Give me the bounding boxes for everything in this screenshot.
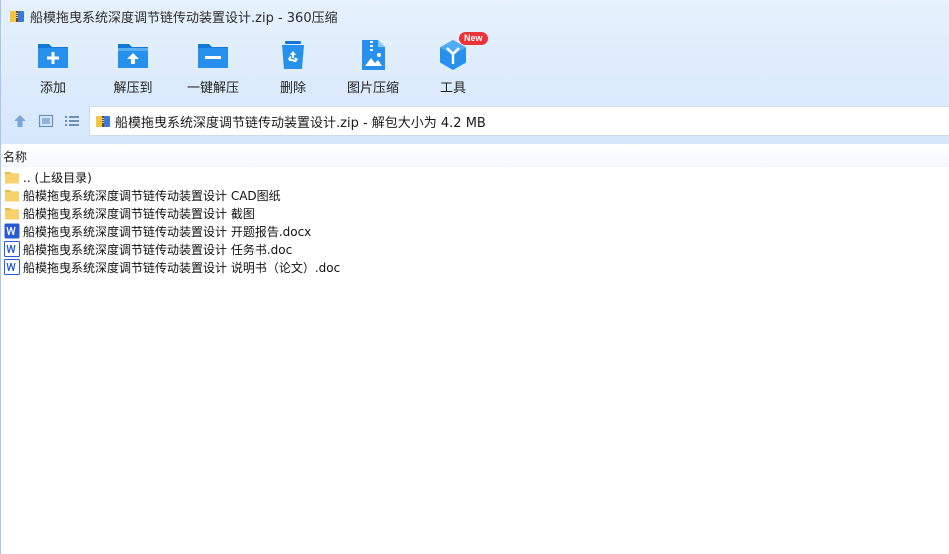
file-name: 船模拖曳系统深度调节链传动装置设计 截图 [23,206,255,221]
top-area: 船模拖曳系统深度调节链传动装置设计.zip - 360压缩 添加 解压到 一键解… [1,0,949,144]
thumbnail-view-icon [38,114,54,128]
list-item[interactable]: .. (上级目录) [1,168,949,186]
address-text: 船模拖曳系统深度调节链传动装置设计.zip - 解包大小为 4.2 MB [115,115,486,131]
zip-archive-icon [10,11,24,22]
file-name: 船模拖曳系统深度调节链传动装置设计 任务书.doc [23,242,293,257]
tools-label: 工具 [439,81,466,96]
one-click-extract-label: 一键解压 [186,81,239,96]
toolbar: 添加 解压到 一键解压 删除 图片压缩 New 工具 [13,32,493,98]
list-view-button[interactable] [59,106,85,136]
app-window: 船模拖曳系统深度调节链传动装置设计.zip - 360压缩 添加 解压到 一键解… [0,0,949,554]
delete-button[interactable]: 删除 [253,36,333,98]
address-bar[interactable]: 船模拖曳系统深度调节链传动装置设计.zip - 解包大小为 4.2 MB [89,106,949,136]
column-header-label: 名称 [3,149,28,164]
word-document-icon [4,241,20,257]
list-item[interactable]: 船模拖曳系统深度调节链传动装置设计 CAD图纸 [1,186,949,204]
folder-upload-icon [118,44,148,68]
file-list: .. (上级目录) 船模拖曳系统深度调节链传动装置设计 CAD图纸 船模拖曳系统… [1,168,949,276]
add-button[interactable]: 添加 [13,36,93,98]
window-title: 船模拖曳系统深度调节链传动装置设计.zip - 360压缩 [30,10,338,26]
up-level-button[interactable] [7,106,33,136]
list-item[interactable]: 船模拖曳系统深度调节链传动装置设计 说明书（论文）.doc [1,258,949,276]
image-zip-icon [362,40,385,70]
folder-icon [5,172,19,184]
thumbnail-view-button[interactable] [33,106,59,136]
recycle-bin-icon [282,41,304,69]
image-compress-label: 图片压缩 [346,81,399,96]
add-label: 添加 [39,81,66,96]
title-bar[interactable]: 船模拖曳系统深度调节链传动装置设计.zip - 360压缩 [1,0,949,32]
folder-icon [5,208,19,220]
folder-minus-icon [198,44,228,68]
file-name: 船模拖曳系统深度调节链传动装置设计 CAD图纸 [23,188,281,203]
folder-icon [5,190,19,202]
file-name: .. (上级目录) [23,170,92,185]
address-row: 船模拖曳系统深度调节链传动装置设计.zip - 解包大小为 4.2 MB [1,105,949,137]
file-name: 船模拖曳系统深度调节链传动装置设计 说明书（论文）.doc [23,260,341,275]
image-compress-button[interactable]: 图片压缩 [333,36,413,98]
word-document-icon [4,259,20,275]
delete-label: 删除 [279,81,306,96]
word-document-icon [4,223,20,239]
extract-to-button[interactable]: 解压到 [93,36,173,98]
folder-plus-icon [38,44,68,68]
list-view-icon [65,116,79,126]
list-item[interactable]: 船模拖曳系统深度调节链传动装置设计 开题报告.docx [1,222,949,240]
one-click-extract-button[interactable]: 一键解压 [173,36,253,98]
file-name: 船模拖曳系统深度调节链传动装置设计 开题报告.docx [23,224,312,239]
extract-to-label: 解压到 [113,81,153,96]
tools-button[interactable]: New 工具 [413,32,493,98]
arrow-up-icon [14,115,26,127]
zip-archive-icon [96,116,110,127]
new-badge: New [459,32,488,45]
list-item[interactable]: 船模拖曳系统深度调节链传动装置设计 截图 [1,204,949,222]
column-header-name[interactable]: 名称 [1,145,949,167]
list-item[interactable]: 船模拖曳系统深度调节链传动装置设计 任务书.doc [1,240,949,258]
